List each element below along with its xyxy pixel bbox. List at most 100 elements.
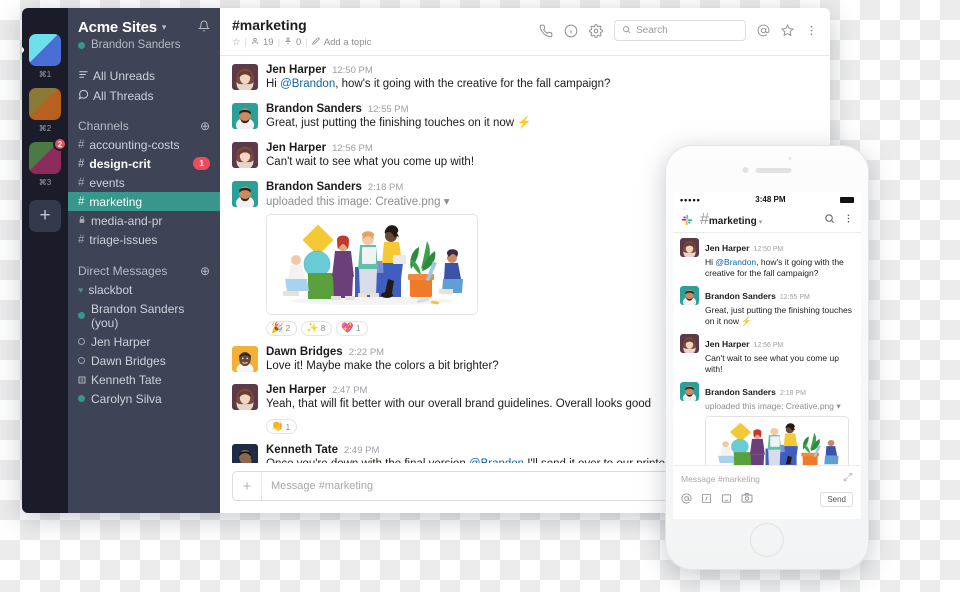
phone-message-input[interactable]: Message #marketing (681, 474, 760, 484)
phone-input-row[interactable]: Message #marketing (681, 472, 853, 485)
message-author[interactable]: Jen Harper (266, 64, 326, 76)
add-topic-label[interactable]: Add a topic (324, 37, 372, 48)
sidebar-channel-triage-issues[interactable]: # triage-issues (68, 230, 220, 249)
upload-label[interactable]: uploaded this image: Creative.png (266, 196, 441, 208)
message-author[interactable]: Brandon Sanders (705, 291, 776, 301)
sidebar-channel-design-crit[interactable]: # design-crit 1 (68, 154, 220, 173)
avatar[interactable] (232, 384, 258, 411)
sidebar-channel-marketing[interactable]: # marketing (68, 192, 220, 211)
phone-message-list[interactable]: Jen Harper 12:50 PM Hi @Brandon, how's it… (673, 233, 861, 465)
avatar[interactable] (232, 141, 258, 168)
reaction-chip[interactable]: 👏 1 (266, 419, 298, 435)
mentions-icon[interactable] (757, 24, 770, 37)
search-icon[interactable] (824, 211, 835, 229)
members-count[interactable]: 19 (263, 37, 274, 48)
mention-link[interactable]: @Brandon (280, 78, 335, 90)
avatar[interactable] (232, 180, 258, 207)
workspace-switcher-item-3[interactable]: 2 (29, 137, 67, 174)
reaction-chip[interactable]: 🎉 2 (266, 320, 298, 336)
camera-icon[interactable] (741, 492, 753, 507)
upload-label[interactable]: uploaded this image: Creative.png (705, 401, 834, 411)
gear-icon[interactable] (589, 23, 603, 38)
slack-logo-icon[interactable] (680, 213, 694, 227)
sidebar-dm-carolyn-silva[interactable]: Carolyn Silva (68, 389, 220, 408)
more-icon[interactable] (843, 211, 854, 229)
chevron-down-icon[interactable]: ▾ (836, 401, 840, 411)
workspace-icon-2[interactable] (29, 88, 61, 120)
message-author[interactable]: Jen Harper (266, 142, 326, 154)
sidebar-dm-jen-harper[interactable]: Jen Harper (68, 332, 220, 351)
add-attachment-button[interactable]: + (233, 472, 262, 500)
message-author[interactable]: Dawn Bridges (266, 346, 343, 358)
mention-icon[interactable] (681, 493, 692, 507)
avatar[interactable] (680, 333, 699, 353)
message-author[interactable]: Brandon Sanders (266, 181, 362, 193)
message-author[interactable]: Jen Harper (705, 243, 749, 253)
info-icon[interactable] (564, 24, 578, 38)
avatar[interactable] (232, 444, 258, 463)
avatar[interactable] (680, 238, 699, 257)
attachment-image[interactable] (705, 415, 849, 465)
avatar[interactable] (232, 102, 258, 129)
message-author[interactable]: Brandon Sanders (266, 103, 362, 115)
chevron-down-icon[interactable]: ▾ (759, 219, 763, 226)
message-text: Great, just putting the finishing touche… (266, 116, 818, 132)
message-author[interactable]: Jen Harper (705, 339, 749, 349)
message-timestamp: 2:49 PM (344, 445, 380, 457)
current-user-row[interactable]: Brandon Sanders (78, 39, 210, 51)
sidebar-dm-kenneth-tate[interactable]: Kenneth Tate (68, 370, 220, 389)
format-icon[interactable] (701, 493, 712, 507)
star-icon[interactable]: ☆ (232, 37, 241, 48)
message-author[interactable]: Jen Harper (266, 384, 326, 396)
add-workspace-button[interactable]: + (29, 200, 61, 232)
emoji-icon[interactable] (721, 493, 732, 507)
expand-icon[interactable] (843, 472, 853, 485)
sidebar-item-all-unreads[interactable]: All Unreads (68, 66, 220, 86)
more-icon[interactable] (805, 24, 818, 37)
reaction-chip[interactable]: ✨ 8 (301, 320, 333, 336)
avatar[interactable] (232, 64, 258, 90)
hash-icon: # (78, 176, 85, 189)
call-icon[interactable] (539, 24, 553, 38)
workspace-unread-badge: 2 (53, 137, 67, 151)
pencil-icon[interactable] (311, 37, 320, 48)
team-name-row[interactable]: Acme Sites ▾ (78, 19, 211, 36)
message-author[interactable]: Brandon Sanders (705, 387, 776, 397)
workspace-icon-1[interactable] (29, 34, 61, 66)
avatar[interactable] (680, 381, 699, 401)
phone-home-button[interactable] (750, 523, 784, 557)
attachment-image[interactable] (266, 213, 478, 315)
sidebar-item-all-threads[interactable]: All Threads (68, 86, 220, 106)
mention-link[interactable]: @Brandon (715, 257, 756, 267)
message-body: Brandon Sanders 12:55 PM Great, just put… (266, 103, 818, 132)
message-author[interactable]: Kenneth Tate (266, 444, 338, 456)
search-input[interactable]: Search (614, 20, 746, 41)
sidebar-channel-media-and-pr[interactable]: media-and-pr (68, 211, 220, 230)
team-header[interactable]: Acme Sites ▾ Brandon Sanders (68, 8, 220, 60)
bell-icon[interactable] (197, 20, 211, 35)
heart-icon: ♥ (78, 284, 84, 295)
starred-icon[interactable] (781, 24, 794, 37)
workspace-switcher-item-1[interactable] (22, 34, 61, 66)
send-button[interactable]: Send (820, 492, 853, 507)
add-channel-icon[interactable]: ⊕ (200, 119, 210, 133)
avatar[interactable] (232, 345, 258, 372)
avatar[interactable] (680, 285, 699, 305)
pins-count[interactable]: 0 (296, 37, 301, 48)
sidebar-channel-events[interactable]: # events (68, 173, 220, 192)
chevron-down-icon[interactable]: ▾ (162, 22, 167, 33)
sidebar-dm-dawn-bridges[interactable]: Dawn Bridges (68, 351, 220, 370)
phone-message-header: Brandon Sanders 2:18 PM (705, 382, 849, 400)
sidebar-dm-slackbot[interactable]: ♥ slackbot (68, 280, 220, 299)
sidebar-channel-accounting-costs[interactable]: # accounting-costs (68, 135, 220, 154)
chevron-down-icon[interactable]: ▾ (444, 196, 450, 208)
phone-channel-title[interactable]: #marketing ▾ (700, 211, 762, 229)
message-input[interactable]: Message #marketing (262, 480, 373, 492)
reaction-chip[interactable]: 💖 1 (336, 320, 368, 336)
current-user-name: Brandon Sanders (91, 39, 181, 51)
add-dm-icon[interactable]: ⊕ (200, 264, 210, 278)
sidebar-dm-brandon-sanders[interactable]: Brandon Sanders (you) (68, 299, 220, 332)
page-title[interactable]: #marketing (232, 17, 371, 33)
workspace-switcher-item-2[interactable] (29, 88, 61, 120)
team-name[interactable]: Acme Sites (78, 19, 157, 36)
